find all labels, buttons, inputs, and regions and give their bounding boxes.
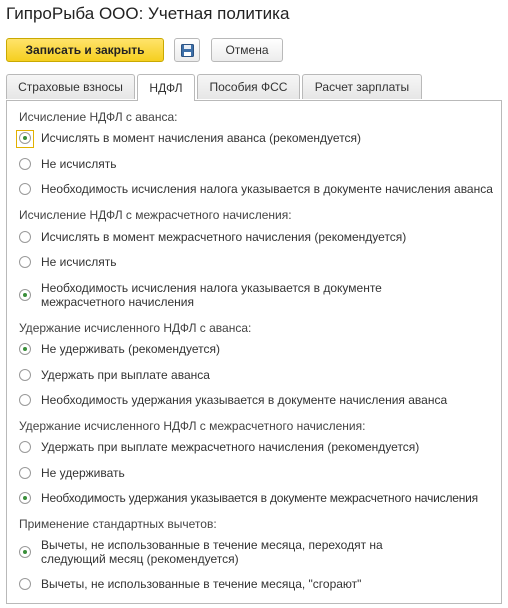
- radio-button-checked[interactable]: [19, 289, 31, 301]
- radio-label: Не удерживать: [41, 466, 125, 480]
- radio-label: Удержать при выплате аванса: [41, 368, 210, 382]
- tab-payroll-calculation[interactable]: Расчет зарплаты: [302, 74, 422, 99]
- radio-label: Вычеты, не использованные в течение меся…: [41, 538, 383, 566]
- save-and-close-button[interactable]: Записать и закрыть: [6, 38, 164, 62]
- section-label-ndfl-interim-withhold: Удержание исчисленного НДФЛ с межрасчетн…: [19, 419, 366, 433]
- radio-button[interactable]: [19, 394, 31, 406]
- radio-button-checked[interactable]: [19, 492, 31, 504]
- radio-label: Не исчислять: [41, 157, 117, 171]
- radio-label: Вычеты, не использованные в течение меся…: [41, 577, 362, 591]
- radio-option[interactable]: Исчислять в момент начисления аванса (ре…: [16, 130, 362, 148]
- radio-label: Исчислять в момент межрасчетного начисле…: [41, 230, 407, 244]
- section-label-standard-deductions: Применение стандартных вычетов:: [19, 517, 217, 531]
- section-label-ndfl-advance-withhold: Удержание исчисленного НДФЛ с аванса:: [19, 321, 252, 335]
- radio-button-checked[interactable]: [19, 546, 31, 558]
- radio-button[interactable]: [19, 183, 31, 195]
- radio-button[interactable]: [19, 231, 31, 243]
- cancel-button[interactable]: Отмена: [211, 38, 283, 62]
- radio-button[interactable]: [19, 578, 31, 590]
- radio-button[interactable]: [19, 256, 31, 268]
- radio-label: Необходимость удержания указывается в до…: [41, 393, 448, 407]
- radio-label: Необходимость исчисления налога указывае…: [41, 182, 493, 196]
- radio-label: Удержать при выплате межрасчетного начис…: [41, 440, 420, 454]
- section-label-ndfl-interim-calc: Исчисление НДФЛ с межрасчетного начислен…: [19, 208, 292, 222]
- focus-indicator: [16, 130, 34, 148]
- save-button[interactable]: [174, 38, 200, 62]
- radio-label: Не удерживать (рекомендуется): [41, 342, 221, 356]
- radio-option[interactable]: Не удерживать: [19, 466, 125, 480]
- radio-option[interactable]: Не удерживать (рекомендуется): [19, 342, 220, 356]
- radio-option[interactable]: Вычеты, не использованные в течение меся…: [19, 538, 401, 566]
- radio-label: Необходимость удержания указывается в до…: [41, 491, 478, 505]
- window-title: ГипроРыба ООО: Учетная политика: [6, 4, 290, 23]
- radio-option[interactable]: Необходимость исчисления налога указывае…: [19, 182, 493, 196]
- section-label-ndfl-advance-calc: Исчисление НДФЛ с аванса:: [19, 110, 178, 124]
- radio-option[interactable]: Необходимость удержания указывается в до…: [19, 491, 478, 505]
- radio-button[interactable]: [19, 441, 31, 453]
- floppy-disk-icon: [180, 43, 194, 57]
- radio-option[interactable]: Необходимость исчисления налога указывае…: [19, 281, 411, 309]
- radio-label: Необходимость исчисления налога указывае…: [41, 281, 382, 309]
- radio-button-checked[interactable]: [16, 130, 34, 148]
- radio-option[interactable]: Не исчислять: [19, 255, 116, 269]
- radio-button[interactable]: [19, 467, 31, 479]
- tab-insurance-contributions[interactable]: Страховые взносы: [6, 74, 135, 99]
- radio-option[interactable]: Удержать при выплате аванса: [19, 368, 210, 382]
- radio-label: Исчислять в момент начисления аванса (ре…: [41, 131, 362, 145]
- radio-option[interactable]: Необходимость удержания указывается в до…: [19, 393, 447, 407]
- radio-button[interactable]: [19, 158, 31, 170]
- radio-label: Не исчислять: [41, 255, 117, 269]
- radio-button-checked[interactable]: [19, 343, 31, 355]
- radio-option[interactable]: Удержать при выплате межрасчетного начис…: [19, 440, 419, 454]
- tab-ndfl[interactable]: НДФЛ: [137, 74, 195, 101]
- radio-option[interactable]: Исчислять в момент межрасчетного начисле…: [19, 230, 406, 244]
- radio-option[interactable]: Не исчислять: [19, 157, 116, 171]
- radio-option[interactable]: Вычеты, не использованные в течение меся…: [19, 577, 361, 591]
- radio-button[interactable]: [19, 369, 31, 381]
- tab-fss-benefits[interactable]: Пособия ФСС: [197, 74, 300, 99]
- tab-panel-ndfl: Исчисление НДФЛ с аванса: Исчислять в мо…: [6, 100, 502, 604]
